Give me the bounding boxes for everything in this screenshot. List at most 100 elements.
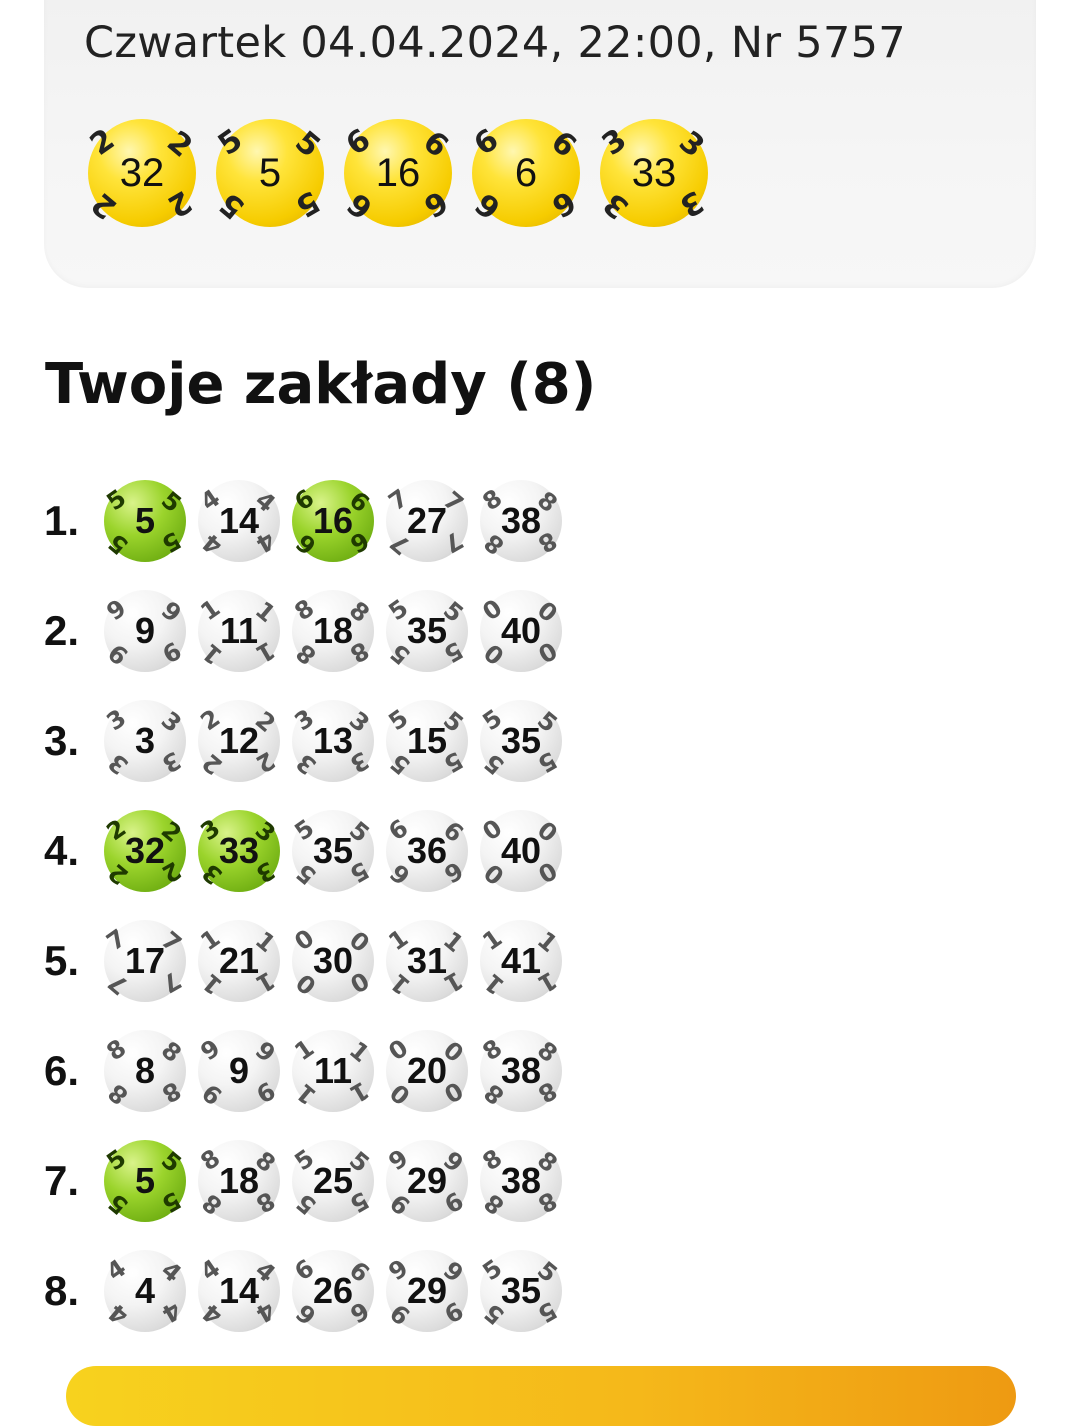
bet-ball: 5 5 5 5 35 (477, 1250, 563, 1332)
ball-number: 6 (514, 150, 538, 195)
bet-ball: 1 1 1 1 31 (383, 920, 469, 1002)
bet-ball: 9 9 9 9 29 (383, 1250, 469, 1332)
ball-number: 38 (500, 1050, 542, 1091)
bet-ball: 8 8 8 8 38 (477, 480, 563, 562)
bet-numbers: 7 7 7 7 17 1 1 1 1 21 0 0 0 0 30 1 1 1 1 31 1 1 1 1 41 (101, 920, 563, 1002)
bet-row[interactable]: 1. 5 5 5 5 5 4 4 4 4 14 6 6 6 6 16 7 7 7 7 27 8 8 8 8 38 (44, 480, 563, 562)
ball-number: 32 (124, 830, 166, 871)
bet-numbers: 5 5 5 5 5 4 4 4 4 14 6 6 6 6 16 7 7 7 7 27 8 8 8 8 38 (101, 480, 563, 562)
ball-number: 25 (312, 1160, 354, 1201)
bets-heading: Twoje zakłady (8) (45, 352, 597, 417)
ball-number: 33 (631, 150, 677, 195)
bet-numbers: 4 4 4 4 4 4 4 4 4 14 6 6 6 6 26 9 9 9 9 29 5 5 5 5 35 (101, 1250, 563, 1332)
bet-row[interactable]: 4. 2 2 2 2 32 3 3 3 3 33 5 5 5 5 35 6 6 6 6 36 0 0 0 0 40 (44, 810, 563, 892)
bet-ball: 5 5 5 5 15 (383, 700, 469, 782)
ball-number: 36 (406, 830, 448, 871)
bet-numbers: 5 5 5 5 5 8 8 8 8 18 5 5 5 5 25 9 9 9 9 29 8 8 8 8 38 (101, 1140, 563, 1222)
bet-ball: 1 1 1 1 11 (289, 1030, 375, 1112)
action-button[interactable] (66, 1366, 1016, 1426)
ball-number: 35 (500, 1270, 542, 1311)
bet-row[interactable]: 7. 5 5 5 5 5 8 8 8 8 18 5 5 5 5 25 9 9 9 9 29 8 8 8 8 38 (44, 1140, 563, 1222)
bet-ball: 8 8 8 8 18 (195, 1140, 281, 1222)
bet-ball: 6 6 6 6 36 (383, 810, 469, 892)
bet-ball: 8 8 8 8 38 (477, 1030, 563, 1112)
ball-number: 14 (218, 1270, 260, 1311)
ball-number: 3 (134, 720, 156, 761)
bet-ball: 0 0 0 0 30 (289, 920, 375, 1002)
bet-ball: 1 1 1 1 11 (195, 590, 281, 672)
bet-ball: 4 4 4 4 14 (195, 480, 281, 562)
matched-ball: 3 3 3 3 33 (195, 810, 281, 892)
ball-number: 21 (218, 940, 260, 981)
bet-ball: 3 3 3 3 13 (289, 700, 375, 782)
bet-ball: 99999 (195, 1030, 281, 1112)
matched-ball: 2 2 2 2 32 (101, 810, 187, 892)
bet-ball: 44444 (101, 1250, 187, 1332)
ball-number: 41 (500, 940, 542, 981)
bet-ball: 0 0 0 0 20 (383, 1030, 469, 1112)
bet-index: 3. (44, 717, 80, 764)
bet-ball: 99999 (101, 590, 187, 672)
bet-ball: 7 7 7 7 27 (383, 480, 469, 562)
ball-number: 11 (219, 610, 259, 651)
bet-ball: 1 1 1 1 41 (477, 920, 563, 1002)
bet-row[interactable]: 3. 3 3 3 3 3 2 2 2 2 12 3 3 3 3 13 5 5 5 5 15 5 5 5 5 35 (44, 700, 563, 782)
ball-number: 32 (119, 150, 165, 195)
bet-index: 2. (44, 607, 80, 654)
ball-number: 40 (500, 830, 542, 871)
draw-numbers: 2 2 2 2 32 5 5 5 5 5 6 6 6 6 16 6 6 6 6 6 3 3 3 3 33 (84, 119, 711, 227)
ball-number: 33 (218, 830, 260, 871)
ball-number: 20 (406, 1050, 448, 1091)
bet-numbers: 3 3 3 3 3 2 2 2 2 12 3 3 3 3 13 5 5 5 5 15 5 5 5 5 35 (101, 700, 563, 782)
bet-numbers: 8 8 8 8 8 9 9 9 9 9 1 1 1 1 11 0 0 0 0 20 8 8 8 8 38 (101, 1030, 563, 1112)
ball-number: 15 (406, 720, 448, 761)
ball-number: 30 (312, 940, 354, 981)
matched-ball: 55555 (101, 1140, 187, 1222)
ball-number: 18 (218, 1160, 260, 1201)
ball-number: 29 (406, 1160, 448, 1201)
ball-number: 13 (312, 720, 354, 761)
bet-ball: 5 5 5 5 35 (477, 700, 563, 782)
draw-title: Czwartek 04.04.2024, 22:00, Nr 5757 (84, 18, 906, 68)
bet-ball: 6 6 6 6 26 (289, 1250, 375, 1332)
ball-number: 35 (312, 830, 354, 871)
ball-number: 29 (406, 1270, 448, 1311)
bet-numbers: 2 2 2 2 32 3 3 3 3 33 5 5 5 5 35 6 6 6 6 36 0 0 0 0 40 (101, 810, 563, 892)
bet-index: 8. (44, 1267, 80, 1314)
ball-number: 26 (312, 1270, 354, 1311)
bet-index: 1. (44, 497, 80, 544)
bet-row[interactable]: 8. 4 4 4 4 4 4 4 4 4 14 6 6 6 6 26 9 9 9 9 29 5 5 5 5 35 (44, 1250, 563, 1332)
drawn-ball: 3 3 3 3 33 (596, 119, 711, 227)
ball-number: 11 (313, 1050, 353, 1091)
bet-ball: 5 5 5 5 35 (289, 810, 375, 892)
ball-number: 16 (312, 500, 354, 541)
bet-ball: 2 2 2 2 12 (195, 700, 281, 782)
bet-row[interactable]: 2. 9 9 9 9 9 1 1 1 1 11 8 8 8 8 18 5 5 5 5 35 0 0 0 0 40 (44, 590, 563, 672)
ball-number: 8 (134, 1050, 156, 1091)
ball-number: 18 (312, 610, 354, 651)
ball-number: 14 (218, 500, 260, 541)
bet-ball: 9 9 9 9 29 (383, 1140, 469, 1222)
bet-index: 5. (44, 937, 80, 984)
ball-number: 5 (134, 1160, 156, 1201)
bet-row[interactable]: 5. 7 7 7 7 17 1 1 1 1 21 0 0 0 0 30 1 1 1 1 31 1 1 1 1 41 (44, 920, 563, 1002)
drawn-ball: 2 2 2 2 32 (84, 119, 199, 227)
bet-ball: 5 5 5 5 25 (289, 1140, 375, 1222)
bet-ball: 4 4 4 4 14 (195, 1250, 281, 1332)
bet-row[interactable]: 6. 8 8 8 8 8 9 9 9 9 9 1 1 1 1 11 0 0 0 0 20 8 8 8 8 38 (44, 1030, 563, 1112)
bet-ball: 88888 (101, 1030, 187, 1112)
ball-number: 27 (406, 500, 448, 541)
ball-number: 35 (500, 720, 542, 761)
bet-ball: 8 8 8 8 38 (477, 1140, 563, 1222)
ball-number: 38 (500, 500, 542, 541)
drawn-ball: 55555 (212, 119, 327, 227)
ball-number: 4 (134, 1270, 156, 1311)
ball-number: 38 (500, 1160, 542, 1201)
bets-list: 1. 5 5 5 5 5 4 4 4 4 14 6 6 6 6 16 7 7 7 7 27 8 8 8 8 38 2. 9 9 9 9 9 1 1… (44, 480, 563, 1360)
bet-ball: 5 5 5 5 35 (383, 590, 469, 672)
ball-number: 35 (406, 610, 448, 651)
ball-number: 16 (375, 150, 421, 195)
bet-index: 7. (44, 1157, 80, 1204)
ball-number: 12 (218, 720, 260, 761)
drawn-ball: 66666 (468, 119, 583, 227)
